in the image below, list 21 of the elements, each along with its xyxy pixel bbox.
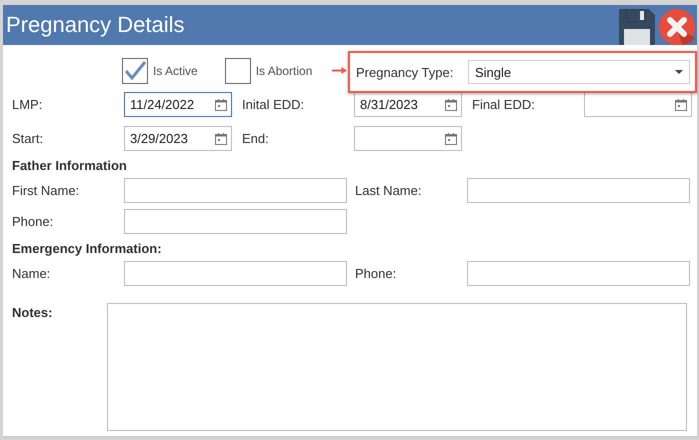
section-heading: Father Information	[11, 157, 128, 174]
window-title: Pregnancy Details	[5, 12, 185, 38]
checkbox-label: Is Abortion	[256, 64, 312, 78]
date-field[interactable]: 11/24/2022	[124, 92, 232, 117]
field-label: Name:	[12, 266, 52, 281]
field-label: LMP:	[12, 97, 44, 112]
date-field[interactable]: 8/31/2023	[354, 92, 462, 117]
field-label: Inital EDD:	[242, 97, 306, 112]
notes-label: Notes:	[12, 304, 54, 320]
field-label: Start:	[12, 131, 44, 146]
field-label: Phone:	[12, 214, 54, 229]
pregnancy-type-dropdown[interactable]: Single	[468, 60, 690, 84]
field-label: Pregnancy Type:	[355, 64, 454, 80]
field-label: End:	[242, 131, 270, 146]
field-label: First Name:	[12, 183, 80, 198]
date-field[interactable]: 3/29/2023	[124, 126, 232, 151]
field-label: Last Name:	[355, 183, 422, 198]
section-heading: Emergency Information:	[11, 240, 163, 257]
field-label: Phone:	[355, 266, 398, 281]
checkbox-label: Is Active	[153, 64, 198, 78]
field-label: Final EDD:	[472, 97, 536, 112]
